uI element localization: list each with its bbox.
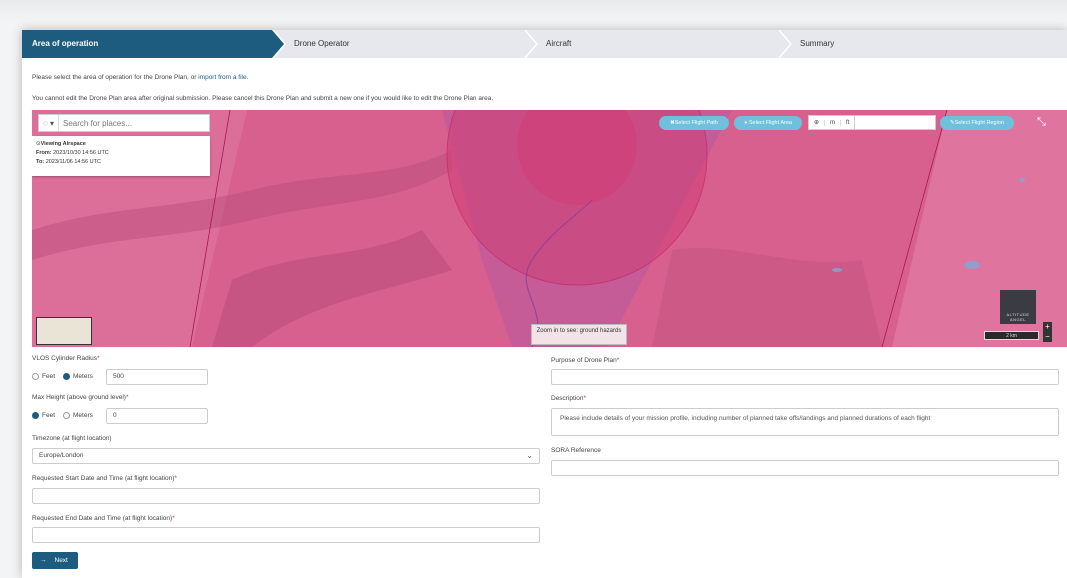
stepper: Area of operation Drone Operator Aircraf… — [22, 30, 1067, 58]
fullscreen-icon[interactable]: ⤡ — [1037, 116, 1046, 129]
end-date-label: Requested End Date and Time (at flight l… — [32, 515, 175, 522]
end-date-input[interactable] — [32, 527, 540, 543]
map-view[interactable]: ◌ ▾ ⊙Viewing Airspace From: 2023/10/30 1… — [32, 110, 1067, 347]
info-period: . — [246, 74, 249, 81]
info-text: Please select the area of operation for … — [32, 74, 197, 81]
zoom-out-button[interactable]: − — [1043, 332, 1052, 342]
required-mark: * — [583, 395, 587, 402]
airspace-panel: ⊙Viewing Airspace From: 2023/10/30 14:56… — [32, 136, 210, 176]
sora-label: SORA Reference — [551, 447, 601, 454]
vlos-unit-radio: Feet Meters — [32, 373, 93, 380]
from-label: From: — [36, 150, 52, 156]
select-flight-area-label: Select Flight Area — [748, 120, 792, 126]
step-summary[interactable]: Summary — [780, 30, 1067, 58]
required-mark: * — [172, 515, 175, 522]
import-from-file-link[interactable]: import from a file — [198, 74, 246, 81]
purpose-input[interactable] — [551, 369, 1059, 385]
max-height-label: Max Height (above ground level)* — [32, 394, 128, 401]
timezone-label: Timezone (at flight location) — [32, 435, 112, 442]
step-aircraft[interactable]: Aircraft — [526, 30, 790, 58]
window-top-shadow — [0, 0, 1067, 22]
zoom-hazards-note: Zoom in to see: ground hazards — [531, 324, 627, 345]
info-line-import: Please select the area of operation for … — [32, 74, 248, 81]
zoom-control: + − — [1043, 322, 1052, 342]
step-drone-operator[interactable]: Drone Operator — [274, 30, 536, 58]
purpose-label: Purpose of Drone Plan* — [551, 357, 619, 364]
from-value: 2023/10/30 14:56 UTC — [53, 150, 109, 156]
select-flight-path-label: Select Flight Path — [674, 120, 718, 126]
select-flight-path-button[interactable]: ✖Select Flight Path — [659, 116, 729, 130]
sora-reference-input[interactable] — [551, 460, 1059, 476]
meters-label: Meters — [73, 373, 93, 380]
scale-bar: 2 km — [984, 331, 1039, 340]
max-height-unit-radio: Feet Meters — [32, 412, 93, 419]
feet-label: Feet — [42, 412, 56, 419]
meters-label: Meters — [73, 412, 93, 419]
chevron-down-icon: ⌄ — [526, 451, 533, 460]
select-flight-region-button[interactable]: ✎Select Flight Region — [940, 116, 1014, 130]
drone-plan-form: Area of operation Drone Operator Aircraf… — [22, 30, 1067, 578]
timezone-select[interactable]: Europe/London ⌄ — [32, 448, 540, 464]
radio-meters-vlos[interactable] — [63, 373, 71, 380]
radio-feet-vlos[interactable] — [32, 373, 39, 380]
radio-meters-height[interactable] — [63, 412, 71, 419]
location-filter-icon[interactable]: ◌ ▾ — [39, 115, 59, 131]
feet-label: Feet — [42, 373, 56, 380]
select-flight-area-button[interactable]: ● Select Flight Area — [734, 116, 802, 130]
minimap[interactable] — [36, 317, 92, 345]
required-mark: * — [97, 355, 100, 362]
vlos-radius-input[interactable]: 500 — [106, 369, 208, 385]
max-height-label-text: Max Height (above ground level) — [32, 394, 126, 401]
end-date-label-text: Requested End Date and Time (at flight l… — [32, 515, 173, 522]
to-value: 2023/11/06 14:56 UTC — [45, 159, 101, 165]
required-mark: * — [616, 357, 620, 364]
start-date-input[interactable] — [32, 488, 540, 504]
radio-feet-height[interactable] — [32, 412, 39, 419]
unit-m-toggle[interactable]: m — [824, 119, 840, 126]
vlos-label: VLOS Cylinder Radius* — [32, 355, 100, 362]
required-mark: * — [125, 394, 129, 401]
map-search-bar: ◌ ▾ — [38, 114, 210, 132]
start-date-label: Requested Start Date and Time (at flight… — [32, 475, 177, 482]
description-label: Description* — [551, 395, 586, 402]
radius-input[interactable] — [854, 116, 935, 129]
radius-unit-control: ⊕ m ft — [808, 115, 936, 130]
zoom-in-button[interactable]: + — [1043, 322, 1052, 332]
next-label: Next — [54, 557, 68, 564]
description-label-text: Description — [551, 395, 584, 402]
start-date-label-text: Requested Start Date and Time (at flight… — [32, 475, 175, 482]
required-mark: * — [174, 475, 177, 482]
step-area-of-operation[interactable]: Area of operation — [22, 30, 284, 58]
unit-ft-toggle[interactable]: ft — [840, 119, 854, 126]
to-label: To: — [36, 159, 45, 165]
arrow-right-icon: → — [40, 557, 47, 564]
select-flight-region-label: Select Flight Region — [954, 120, 1004, 126]
altitude-angel-logo: ALTITUDE ANGEL — [1000, 290, 1036, 324]
airspace-title: Viewing Airspace — [40, 141, 86, 147]
info-line-edit-warning: You cannot edit the Drone Plan area afte… — [32, 95, 494, 102]
next-button[interactable]: → Next — [32, 552, 78, 569]
search-places-input[interactable] — [59, 118, 209, 128]
purpose-label-text: Purpose of Drone Plan — [551, 357, 617, 364]
vlos-label-text: VLOS Cylinder Radius — [32, 355, 98, 362]
description-textarea[interactable]: Please include details of your mission p… — [551, 408, 1059, 436]
crosshair-icon[interactable]: ⊕ — [809, 119, 824, 126]
max-height-input[interactable]: 0 — [106, 408, 208, 424]
timezone-value: Europe/London — [39, 452, 84, 459]
